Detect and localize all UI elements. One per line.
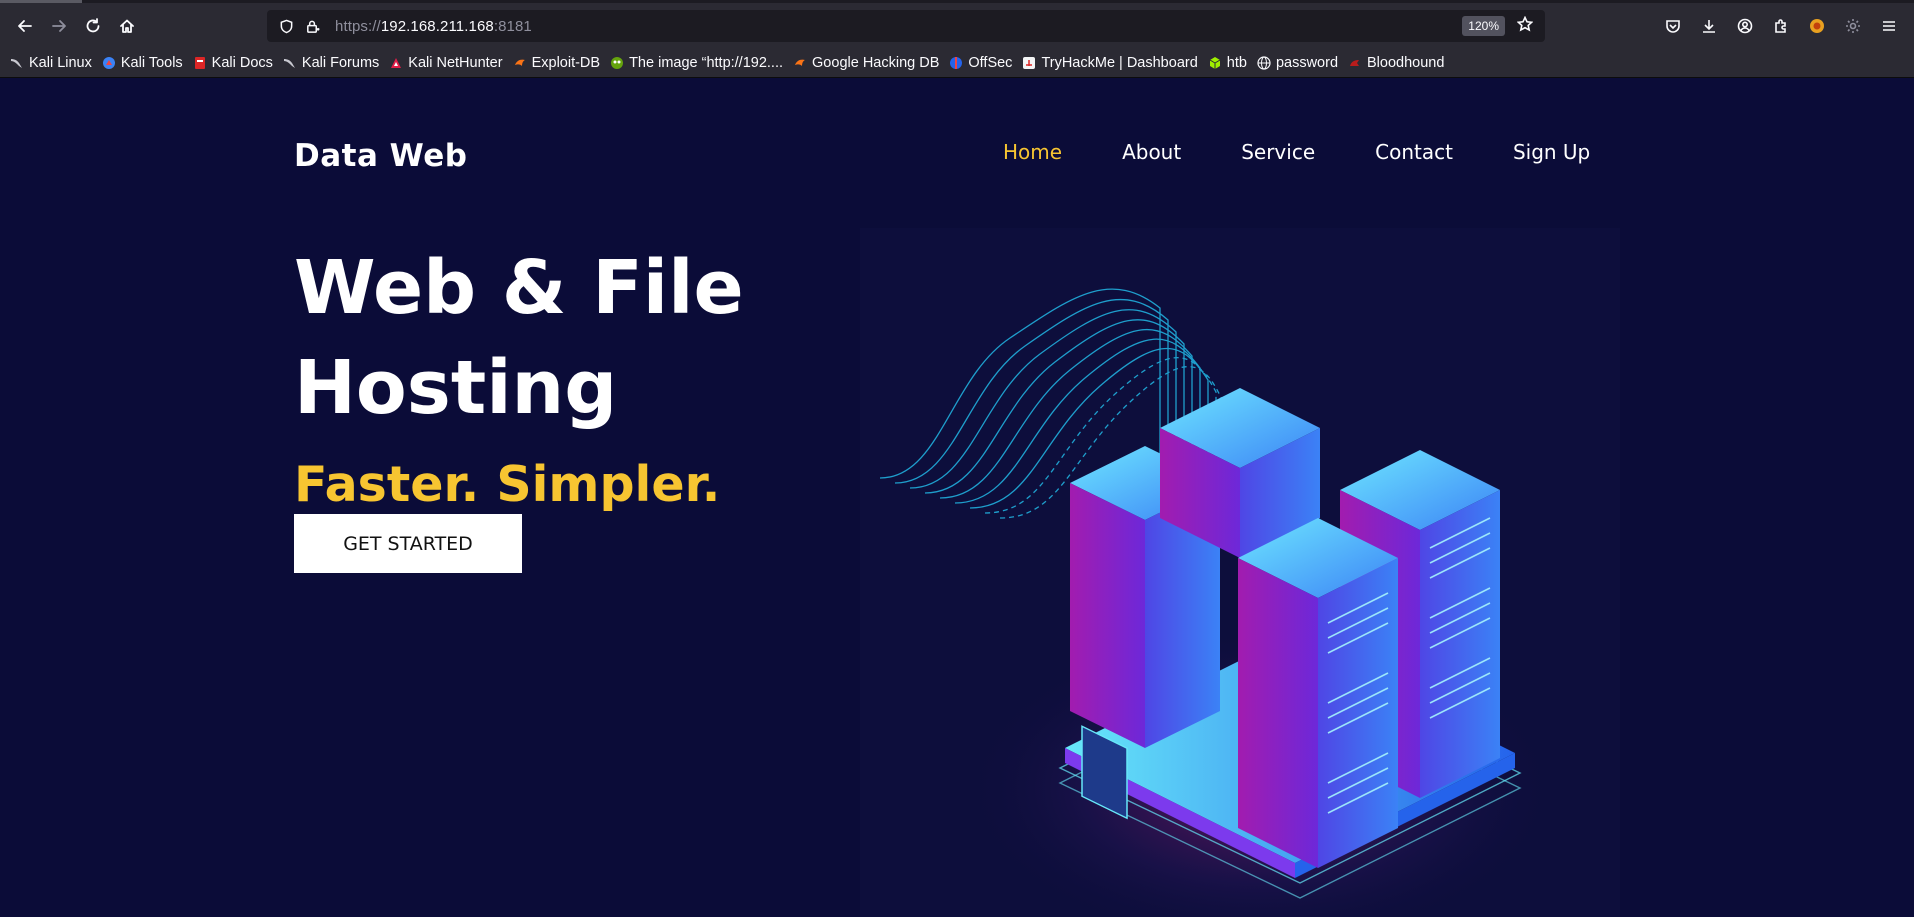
bookmark-kali-linux[interactable]: Kali Linux (10, 51, 92, 75)
foxyproxy-icon (1810, 19, 1824, 33)
nav-sign-up[interactable]: Sign Up (1513, 140, 1590, 164)
bookmark-label: TryHackMe | Dashboard (1041, 54, 1198, 71)
nethunter-icon (389, 56, 403, 70)
download-icon (1703, 20, 1715, 33)
bookmark-google-hacking-db[interactable]: Google Hacking DB (793, 51, 939, 75)
downloads-button[interactable] (1692, 9, 1726, 43)
bookmark-label: The image “http://192.... (629, 54, 784, 71)
kali-tools-icon (102, 56, 116, 70)
bookmark-label: Google Hacking DB (812, 54, 940, 71)
zoom-indicator[interactable]: 120% (1462, 16, 1505, 36)
bookmark-kali-docs[interactable]: Kali Docs (193, 51, 273, 75)
nav-service[interactable]: Service (1241, 140, 1315, 164)
bookmark-label: Exploit-DB (531, 54, 601, 71)
url-port: :8181 (493, 17, 532, 35)
reload-icon (86, 17, 100, 32)
bookmark-image[interactable]: The image “http://192.... (610, 51, 783, 75)
menu-button[interactable] (1872, 9, 1906, 43)
pocket-button[interactable] (1656, 9, 1690, 43)
bookmarks-toolbar: Kali Linux Kali Tools Kali Docs Kali For… (0, 48, 1914, 78)
bookmark-offsec[interactable]: OffSec (949, 51, 1012, 75)
nav-about[interactable]: About (1122, 140, 1181, 164)
bookmark-label: Kali Linux (29, 54, 92, 71)
arrow-left-icon (18, 19, 32, 32)
url-bar[interactable]: https://192.168.211.168:8181 120% (267, 10, 1545, 42)
server-illustration (879, 288, 1560, 917)
site-logo[interactable]: Data Web (294, 138, 468, 174)
lock-warning-icon[interactable] (301, 15, 323, 37)
account-button[interactable] (1728, 9, 1762, 43)
extension-gear-button[interactable] (1836, 9, 1870, 43)
bookmark-label: Kali Docs (211, 54, 273, 71)
bookmark-kali-forums[interactable]: Kali Forums (283, 51, 379, 75)
forward-button[interactable] (42, 9, 76, 43)
server-rack-front (1238, 518, 1398, 868)
bloodhound-icon (1348, 56, 1362, 70)
bookmark-label: Bloodhound (1367, 54, 1445, 71)
htb-cube-icon (1208, 56, 1222, 70)
bookmark-label: htb (1226, 54, 1247, 71)
url-host: 192.168.211.168 (380, 17, 494, 35)
gear-icon (1846, 19, 1860, 33)
bookmark-bloodhound[interactable]: Bloodhound (1348, 51, 1444, 75)
hamburger-menu-icon (1883, 21, 1895, 31)
star-icon (1516, 15, 1534, 32)
bookmark-label: Kali Tools (120, 54, 183, 71)
account-icon (1737, 18, 1753, 34)
bookmark-exploit-db[interactable]: Exploit-DB (513, 51, 601, 75)
bookmark-label: OffSec (968, 54, 1013, 71)
site-nav: Home About Service Contact Sign Up (1003, 140, 1590, 164)
bookmark-label: password (1275, 54, 1339, 71)
image-icon (610, 56, 624, 70)
hero-tagline: Faster. Simpler. (294, 456, 721, 513)
get-started-button[interactable]: GET STARTED (294, 514, 522, 573)
bookmark-kali-nethunter[interactable]: Kali NetHunter (389, 51, 503, 75)
toolbar-right-icons (1656, 9, 1906, 43)
arrow-right-icon (52, 19, 66, 32)
bookmark-star-button[interactable] (1516, 15, 1537, 36)
browser-toolbar: https://192.168.211.168:8181 120% (0, 3, 1914, 48)
exploit-db-icon (793, 56, 807, 70)
url-scheme: https:// (335, 17, 381, 35)
pocket-icon (1666, 20, 1680, 33)
offsec-icon (949, 56, 963, 70)
kali-dragon-icon (283, 56, 297, 70)
puzzle-icon (1775, 19, 1786, 33)
kali-docs-icon (193, 56, 207, 70)
bookmark-kali-tools[interactable]: Kali Tools (102, 51, 183, 75)
bookmark-password[interactable]: password (1257, 51, 1338, 75)
exploit-db-icon (513, 56, 527, 70)
bookmark-label: Kali Forums (301, 54, 380, 71)
back-button[interactable] (8, 9, 42, 43)
foxyproxy-button[interactable] (1800, 9, 1834, 43)
bookmark-htb[interactable]: htb (1208, 51, 1247, 75)
reload-button[interactable] (76, 9, 110, 43)
nav-contact[interactable]: Contact (1375, 140, 1453, 164)
tryhackme-icon (1022, 56, 1036, 70)
home-icon (120, 19, 134, 33)
home-button[interactable] (110, 9, 144, 43)
shield-icon[interactable] (275, 15, 297, 37)
website-page: Data Web Home About Service Contact Sign… (0, 78, 1914, 917)
nav-home[interactable]: Home (1003, 140, 1062, 164)
extensions-button[interactable] (1764, 9, 1798, 43)
bookmark-label: Kali NetHunter (408, 54, 503, 71)
bookmark-tryhackme[interactable]: TryHackMe | Dashboard (1022, 51, 1198, 75)
url-text[interactable]: https://192.168.211.168:8181 (335, 18, 532, 35)
kali-dragon-icon (10, 56, 24, 70)
globe-icon (1257, 55, 1271, 70)
